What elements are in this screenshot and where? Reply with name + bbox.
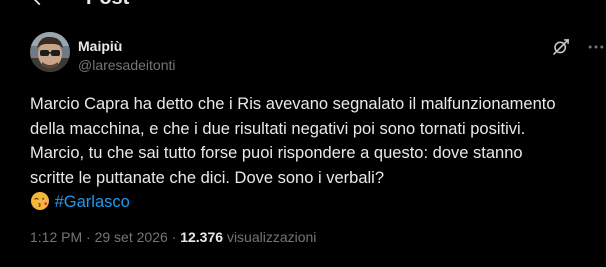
tweet-text-line: della macchina, e che i due risultati ne… bbox=[30, 119, 526, 138]
hashtag-link[interactable]: #Garlasco bbox=[55, 193, 130, 211]
avatar-image bbox=[30, 32, 70, 72]
tweet-text-line: Marcio Capra ha detto che i Ris avevano … bbox=[30, 95, 556, 113]
kissing-face-icon bbox=[31, 192, 49, 210]
more-icon[interactable] bbox=[586, 37, 606, 57]
tweet-date[interactable]: 29 set 2026 bbox=[95, 229, 168, 245]
views-label: visualizzazioni bbox=[226, 229, 317, 245]
tweet-time[interactable]: 1:12 PM bbox=[30, 229, 82, 245]
tweet-meta: 1:12 PM · 29 set 2026 · 12.376 visualizz… bbox=[30, 228, 316, 246]
avatar[interactable] bbox=[30, 32, 70, 72]
grok-icon[interactable] bbox=[551, 37, 571, 57]
meta-separator: · bbox=[86, 229, 91, 245]
tweet-text: Marcio Capra ha detto che i Ris avevano … bbox=[30, 92, 600, 215]
views-count: 12.376 bbox=[180, 229, 224, 245]
tweet: Maipiù @laresadeitonti Marcio Capra ha d… bbox=[0, 0, 606, 267]
author-display-name[interactable]: Maipiù bbox=[78, 38, 122, 54]
tweet-text-line: Marcio, tu che sai tutto forse puoi risp… bbox=[30, 144, 523, 162]
meta-separator: · bbox=[171, 229, 177, 245]
tweet-hashtag-line: #Garlasco bbox=[30, 190, 600, 215]
tweet-text-line: scritte le puttanate che dici. Dove sono… bbox=[30, 168, 385, 187]
author-handle[interactable]: @laresadeitonti bbox=[78, 57, 176, 73]
post-page: Post Maipiù @laresadeitonti bbox=[0, 0, 606, 267]
